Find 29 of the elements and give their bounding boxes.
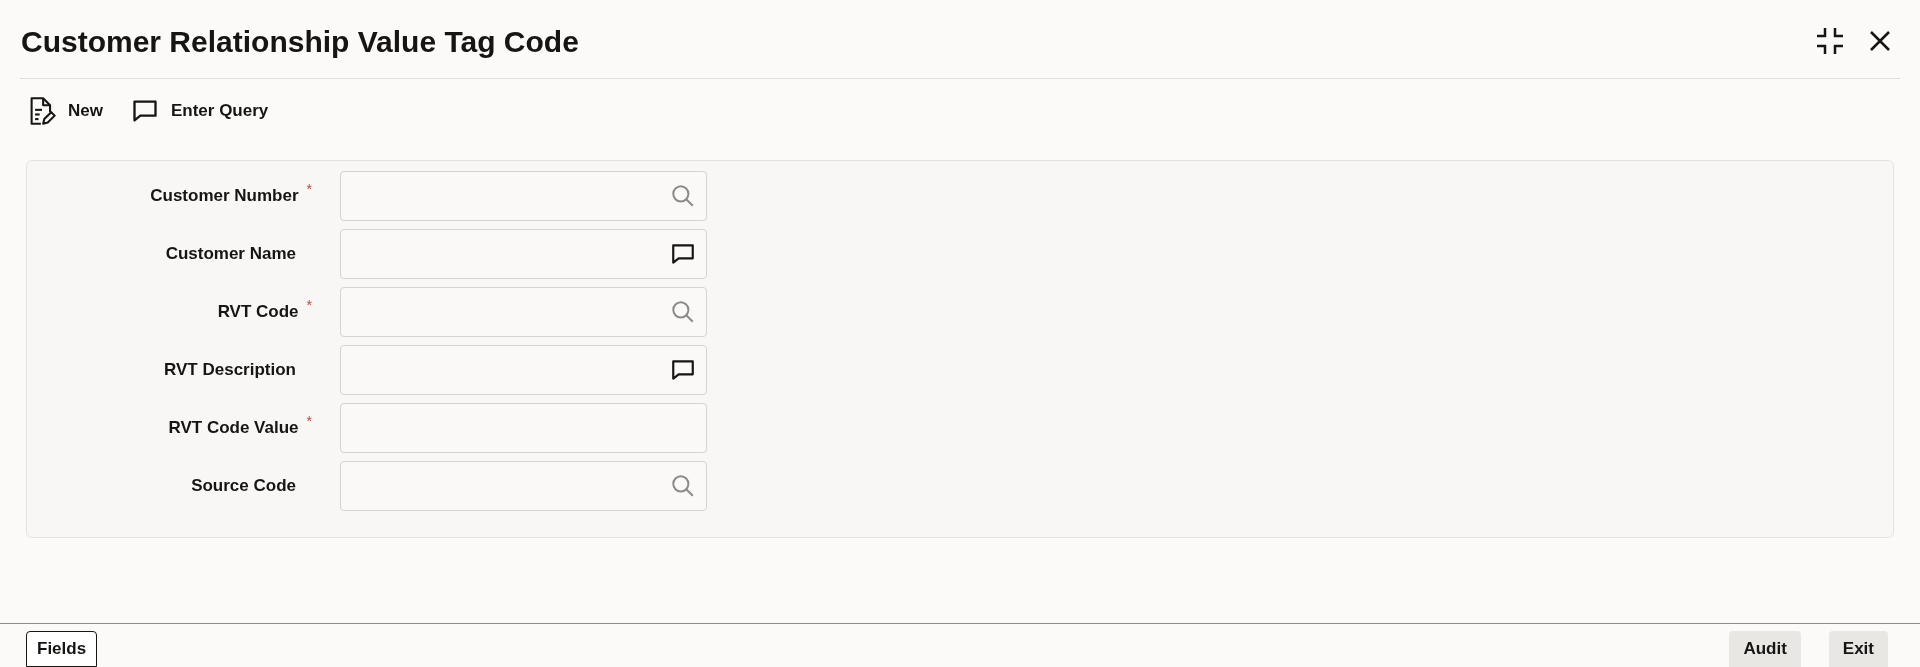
close-icon[interactable] (1869, 30, 1891, 52)
comment-icon[interactable] (670, 241, 696, 267)
document-edit-icon[interactable] (28, 96, 56, 126)
required-marker: * (306, 180, 312, 200)
fields-button[interactable]: Fields (26, 631, 98, 667)
search-icon[interactable] (670, 183, 696, 209)
input-field[interactable] (340, 229, 707, 279)
new-button[interactable]: New (28, 96, 103, 126)
audit-button[interactable]: Audit (1729, 631, 1801, 667)
input-field[interactable] (340, 287, 707, 337)
comment-icon[interactable] (670, 357, 696, 383)
field-label: RVT Code (217, 301, 299, 324)
exit-button[interactable]: Exit (1828, 631, 1888, 667)
required-marker: * (306, 296, 312, 316)
required-marker: * (306, 412, 312, 432)
collapse-icon[interactable] (1815, 26, 1845, 56)
input-field[interactable] (340, 461, 707, 511)
field-label: Customer Name (165, 243, 296, 266)
search-icon[interactable] (670, 299, 696, 325)
input-field[interactable] (340, 345, 707, 395)
window-title: Customer Relationship Value Tag Code (21, 23, 579, 60)
input-field[interactable] (340, 403, 707, 453)
enter-query-button[interactable]: Enter Query (130, 97, 269, 125)
input-field[interactable] (340, 171, 707, 221)
field-label: RVT Code Value (168, 417, 299, 440)
search-icon[interactable] (670, 473, 696, 499)
field-label: RVT Description (164, 359, 296, 382)
field-label: Source Code (191, 475, 296, 498)
field-label: Customer Number (150, 185, 299, 208)
